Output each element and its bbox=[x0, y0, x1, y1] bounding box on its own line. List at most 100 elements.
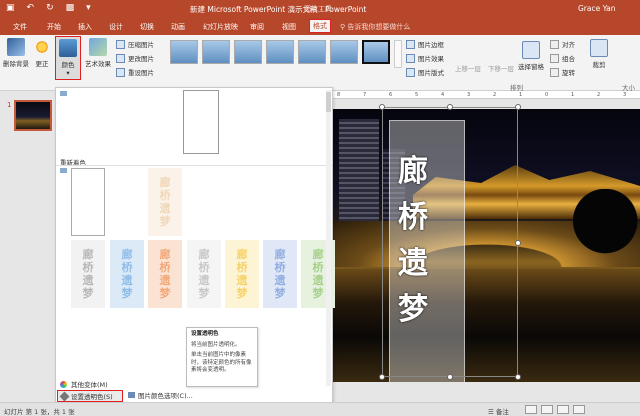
resize-handle[interactable] bbox=[515, 104, 521, 110]
swatch-char: 遗 bbox=[274, 274, 286, 287]
dropdown-scrollbar[interactable] bbox=[326, 90, 331, 386]
tab-file[interactable]: 文件 bbox=[10, 20, 30, 34]
tooltip-line: 单击当前图片中的像素时，该特定颜色的所有像素将会变透明。 bbox=[191, 352, 252, 373]
rotate-label: 旋转 bbox=[562, 69, 575, 77]
ruler-tick: 4 bbox=[441, 92, 445, 98]
ruler-tick: 8 bbox=[337, 92, 341, 98]
resize-handle[interactable] bbox=[515, 240, 521, 246]
align-button[interactable]: 对齐 bbox=[550, 39, 575, 49]
resize-handle[interactable] bbox=[447, 104, 453, 110]
bring-forward-button[interactable]: 上移一层 bbox=[455, 63, 481, 73]
start-slideshow-icon[interactable]: ▩ bbox=[66, 3, 75, 13]
recolor-swatch-sepia[interactable]: 廊 桥 遗 梦 bbox=[148, 168, 182, 236]
group-button[interactable]: 组合 bbox=[550, 53, 575, 63]
layout-label: 图片版式 bbox=[418, 69, 444, 77]
tab-insert[interactable]: 插入 bbox=[75, 20, 95, 34]
more-variations-item[interactable]: 其他变体(M) bbox=[60, 379, 108, 389]
ruler-tick: 3 bbox=[467, 92, 471, 98]
picture-style-4[interactable] bbox=[266, 40, 294, 64]
ribbon-tabs: 文件 开始 插入 设计 切换 动画 幻灯片放映 审阅 视图 格式 ⚲ 告诉我你想… bbox=[0, 18, 640, 35]
resize-handle[interactable] bbox=[379, 104, 385, 110]
tab-design[interactable]: 设计 bbox=[106, 20, 126, 34]
tab-transitions[interactable]: 切换 bbox=[137, 20, 157, 34]
reading-view-icon[interactable] bbox=[557, 405, 569, 414]
slide-canvas: 廊 桥 遗 梦 bbox=[333, 100, 640, 402]
group-label: 组合 bbox=[562, 55, 575, 63]
picture-style-1[interactable] bbox=[170, 40, 198, 64]
picture-style-2[interactable] bbox=[202, 40, 230, 64]
recolor-swatch-dark-blue[interactable]: 廊 桥 遗 梦 bbox=[263, 240, 297, 308]
border-icon bbox=[406, 39, 415, 49]
slide-thumbnail[interactable] bbox=[14, 100, 52, 131]
tab-review[interactable]: 审阅 bbox=[247, 20, 267, 34]
recolor-swatch-gray[interactable]: 廊 桥 遗 梦 bbox=[71, 240, 105, 308]
selection-pane-label: 选择窗格 bbox=[518, 63, 544, 71]
picture-effects-button[interactable]: 图片效果 bbox=[406, 53, 444, 63]
swatch-char: 桥 bbox=[121, 261, 133, 274]
resize-handle[interactable] bbox=[515, 374, 521, 380]
swatch-char: 遗 bbox=[236, 274, 248, 287]
resize-handle[interactable] bbox=[447, 374, 453, 380]
swatch-char: 廊 bbox=[159, 248, 171, 261]
recolor-swatch-none[interactable] bbox=[71, 168, 105, 236]
picture-layout-button[interactable]: 图片版式 bbox=[406, 67, 444, 77]
normal-view-icon[interactable] bbox=[525, 405, 537, 414]
notes-button[interactable]: ☰ 备注 bbox=[488, 406, 509, 416]
picture-color-options-label: 图片颜色选项(C)... bbox=[138, 392, 193, 400]
align-icon bbox=[550, 39, 559, 49]
change-picture-label: 更改图片 bbox=[128, 55, 154, 63]
change-picture-button[interactable]: 更改图片 bbox=[116, 53, 154, 63]
tab-animations[interactable]: 动画 bbox=[168, 20, 188, 34]
undo-icon[interactable]: ↶ bbox=[27, 3, 35, 13]
save-icon[interactable]: ▣ bbox=[6, 3, 15, 13]
selection-pane-button[interactable]: 选择窗格 bbox=[517, 41, 545, 71]
swatch-char: 梦 bbox=[236, 287, 248, 300]
color-tone-swatch[interactable] bbox=[183, 90, 219, 154]
gallery-more-button[interactable] bbox=[394, 40, 402, 68]
redo-icon[interactable]: ↻ bbox=[46, 3, 54, 13]
tab-view[interactable]: 视图 bbox=[279, 20, 299, 34]
tab-format[interactable]: 格式 bbox=[309, 19, 331, 33]
set-transparent-color-item[interactable]: 设置透明色(S) bbox=[57, 390, 123, 402]
scrollbar-thumb[interactable] bbox=[326, 92, 331, 112]
picture-style-7[interactable] bbox=[362, 40, 390, 64]
photo-tree bbox=[553, 189, 640, 269]
recolor-swatch-blue[interactable]: 廊 桥 遗 梦 bbox=[110, 240, 144, 308]
compress-pictures-button[interactable]: 压缩图片 bbox=[116, 39, 154, 49]
crop-button[interactable]: 裁剪 bbox=[588, 39, 610, 69]
picture-style-6[interactable] bbox=[330, 40, 358, 64]
artistic-effects-button[interactable]: 艺术效果 bbox=[83, 38, 113, 68]
recolor-swatch-light-gray[interactable]: 廊 桥 遗 梦 bbox=[187, 240, 221, 308]
recolor-swatch-gold[interactable]: 廊 桥 遗 梦 bbox=[225, 240, 259, 308]
rotate-button[interactable]: 旋转 bbox=[550, 67, 575, 77]
picture-color-options-item[interactable]: 图片颜色选项(C)... bbox=[128, 390, 193, 400]
reset-picture-button[interactable]: 重设图片 bbox=[116, 67, 154, 77]
palette-icon bbox=[60, 380, 67, 388]
crop-label: 裁剪 bbox=[592, 61, 606, 69]
picture-styles-gallery bbox=[170, 40, 392, 68]
swatch-char: 桥 bbox=[198, 261, 210, 274]
color-button[interactable]: 颜色 ▾ bbox=[55, 36, 81, 80]
customize-qat-icon[interactable]: ▾ bbox=[86, 3, 91, 13]
picture-style-3[interactable] bbox=[234, 40, 262, 64]
ruler-tick: 3 bbox=[623, 92, 627, 98]
crop-icon bbox=[590, 39, 608, 57]
tab-home[interactable]: 开始 bbox=[44, 20, 64, 34]
resize-handle[interactable] bbox=[379, 374, 385, 380]
slide-sorter-view-icon[interactable] bbox=[541, 405, 553, 414]
picture-border-button[interactable]: 图片边框 bbox=[406, 39, 444, 49]
user-name[interactable]: Grace Yan bbox=[578, 4, 616, 13]
selection-pane-icon bbox=[522, 41, 540, 59]
corrections-button[interactable]: 更正 bbox=[31, 38, 53, 68]
send-backward-button[interactable]: 下移一层 bbox=[488, 63, 514, 73]
set-transparent-tooltip: 设置透明色 将当前图片透明化。 单击当前图片中的像素时，该特定颜色的所有像素将会… bbox=[186, 327, 258, 387]
recolor-swatch-orange[interactable]: 廊 桥 遗 梦 bbox=[148, 240, 182, 308]
swatch-char: 梦 bbox=[198, 287, 210, 300]
remove-background-button[interactable]: 删除背景 bbox=[3, 38, 29, 68]
tab-slideshow[interactable]: 幻灯片放映 bbox=[200, 20, 241, 34]
color-icon bbox=[59, 39, 77, 57]
slideshow-view-icon[interactable] bbox=[573, 405, 585, 414]
picture-style-5[interactable] bbox=[298, 40, 326, 64]
remove-background-label: 删除背景 bbox=[3, 60, 29, 68]
tell-me-search[interactable]: ⚲ 告诉我你想要做什么 bbox=[340, 22, 410, 32]
